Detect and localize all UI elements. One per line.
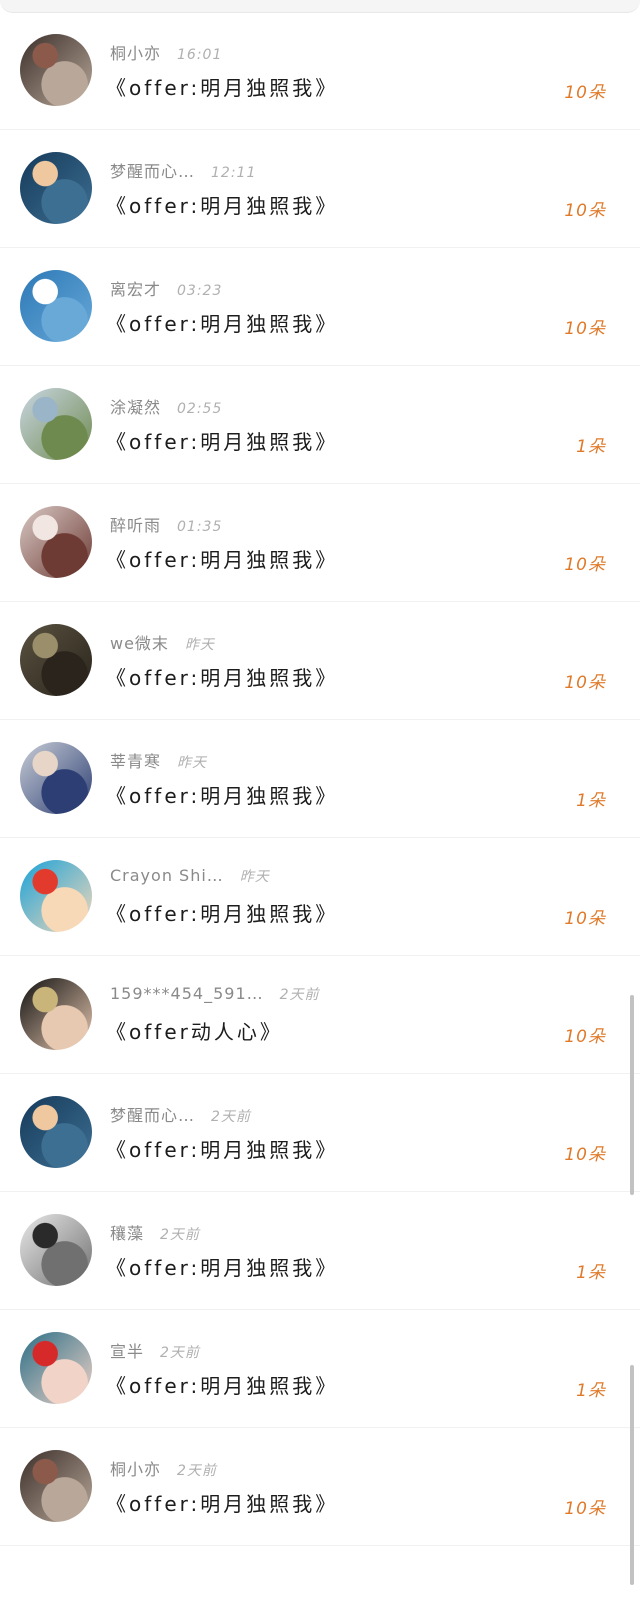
avatar[interactable] <box>20 1214 92 1286</box>
user-name[interactable]: 醉听雨 <box>110 512 161 536</box>
flower-count: 10朵 <box>564 1499 606 1519</box>
scrollbar-thumb-secondary[interactable] <box>630 1365 634 1585</box>
user-name[interactable]: 莘青寒 <box>110 748 161 772</box>
flower-count: 1朵 <box>576 437 606 457</box>
item-meta: 涂凝然 02:55 <box>110 394 222 418</box>
timestamp: 2天前 <box>160 1227 200 1243</box>
user-name[interactable]: 梦醒而心… <box>110 1102 195 1126</box>
user-name[interactable]: 涂凝然 <box>110 394 161 418</box>
user-name[interactable]: we微末 <box>110 630 169 654</box>
scrollbar-thumb[interactable] <box>630 995 634 1195</box>
flower-count: 10朵 <box>564 83 606 103</box>
item-meta: 醉听雨 01:35 <box>110 512 222 536</box>
user-name[interactable]: Crayon Shi… <box>110 866 224 885</box>
timestamp: 2天前 <box>279 987 320 1003</box>
flower-count: 10朵 <box>564 1027 606 1047</box>
timestamp: 昨天 <box>184 637 215 653</box>
item-meta: 离宏才 03:23 <box>110 276 222 300</box>
timestamp: 2天前 <box>160 1345 200 1361</box>
avatar[interactable] <box>20 978 92 1050</box>
book-title[interactable]: 《offer:明月独照我》 <box>106 1252 338 1281</box>
item-meta: 梦醒而心… 12:11 <box>110 158 256 182</box>
book-title[interactable]: 《offer:明月独照我》 <box>106 780 338 809</box>
book-title[interactable]: 《offer:明月独照我》 <box>106 544 338 573</box>
flower-count: 10朵 <box>564 201 606 221</box>
avatar[interactable] <box>20 270 92 342</box>
list-item[interactable]: 梦醒而心… 12:11 《offer:明月独照我》 10朵 <box>0 130 640 248</box>
avatar[interactable] <box>20 388 92 460</box>
timestamp: 16:01 <box>177 47 223 63</box>
book-title[interactable]: 《offer:明月独照我》 <box>106 1134 338 1163</box>
user-name[interactable]: 离宏才 <box>110 276 161 300</box>
book-title[interactable]: 《offer:明月独照我》 <box>106 190 338 219</box>
flower-count: 10朵 <box>564 555 606 575</box>
list-item[interactable]: 穰藻 2天前《offer:明月独照我》 1朵 <box>0 1192 640 1310</box>
flower-count: 10朵 <box>564 319 606 339</box>
timestamp: 12:11 <box>211 165 257 181</box>
book-title[interactable]: 《offer:明月独照我》 <box>106 72 338 101</box>
timestamp: 昨天 <box>239 869 270 885</box>
item-meta: 桐小亦 2天前 <box>110 1456 217 1480</box>
flower-count: 1朵 <box>576 1263 606 1283</box>
timestamp: 02:55 <box>177 401 223 417</box>
timestamp: 昨天 <box>177 755 208 771</box>
gift-record-list: 桐小亦 16:01 《offer:明月独照我》 10朵 梦醒而心… 12:11 《offer… <box>0 12 640 1546</box>
item-meta: 159***454_591… 2天前 <box>110 984 320 1008</box>
flower-count: 10朵 <box>564 909 606 929</box>
avatar[interactable] <box>20 506 92 578</box>
avatar[interactable] <box>20 34 92 106</box>
list-item[interactable]: 159***454_591… 2天前《offer动人心》 10朵 <box>0 956 640 1074</box>
item-meta: 穰藻 2天前 <box>110 1220 200 1244</box>
book-title[interactable]: 《offer:明月独照我》 <box>106 898 338 927</box>
book-title[interactable]: 《offer:明月独照我》 <box>106 662 338 691</box>
user-name[interactable]: 宣半 <box>110 1338 144 1362</box>
list-item[interactable]: 梦醒而心… 2天前《offer:明月独照我》 10朵 <box>0 1074 640 1192</box>
flower-count: 10朵 <box>564 1145 606 1165</box>
item-meta: we微末 昨天 <box>110 630 215 654</box>
list-item[interactable]: 醉听雨 01:35 《offer:明月独照我》 10朵 <box>0 484 640 602</box>
user-name[interactable]: 桐小亦 <box>110 40 161 64</box>
user-name[interactable]: 梦醒而心… <box>110 158 195 182</box>
item-meta: Crayon Shi… 昨天 <box>110 866 270 890</box>
book-title[interactable]: 《offer:明月独照我》 <box>106 1488 338 1517</box>
user-name[interactable]: 穰藻 <box>110 1220 144 1244</box>
list-item[interactable]: we微末 昨天《offer:明月独照我》 10朵 <box>0 602 640 720</box>
list-item[interactable]: 桐小亦 16:01 《offer:明月独照我》 10朵 <box>0 12 640 130</box>
avatar[interactable] <box>20 1332 92 1404</box>
avatar[interactable] <box>20 152 92 224</box>
timestamp: 01:35 <box>177 519 223 535</box>
book-title[interactable]: 《offer:明月独照我》 <box>106 1370 338 1399</box>
timestamp: 2天前 <box>177 1463 217 1479</box>
avatar[interactable] <box>20 860 92 932</box>
item-meta: 莘青寒 昨天 <box>110 748 207 772</box>
flower-count: 1朵 <box>576 1381 606 1401</box>
list-item[interactable]: 离宏才 03:23 《offer:明月独照我》 10朵 <box>0 248 640 366</box>
timestamp: 03:23 <box>177 283 223 299</box>
book-title[interactable]: 《offer:明月独照我》 <box>106 426 338 455</box>
avatar[interactable] <box>20 624 92 696</box>
list-item[interactable]: 涂凝然 02:55 《offer:明月独照我》 1朵 <box>0 366 640 484</box>
avatar[interactable] <box>20 1096 92 1168</box>
book-title[interactable]: 《offer动人心》 <box>106 1016 283 1045</box>
book-title[interactable]: 《offer:明月独照我》 <box>106 308 338 337</box>
user-name[interactable]: 桐小亦 <box>110 1456 161 1480</box>
flower-count: 10朵 <box>564 673 606 693</box>
item-meta: 宣半 2天前 <box>110 1338 200 1362</box>
list-item[interactable]: 莘青寒 昨天《offer:明月独照我》 1朵 <box>0 720 640 838</box>
item-meta: 梦醒而心… 2天前 <box>110 1102 251 1126</box>
list-item[interactable]: Crayon Shi… 昨天《offer:明月独照我》 10朵 <box>0 838 640 956</box>
flower-count: 1朵 <box>576 791 606 811</box>
avatar[interactable] <box>20 1450 92 1522</box>
item-meta: 桐小亦 16:01 <box>110 40 222 64</box>
timestamp: 2天前 <box>211 1109 251 1125</box>
list-item[interactable]: 宣半 2天前《offer:明月独照我》 1朵 <box>0 1310 640 1428</box>
avatar[interactable] <box>20 742 92 814</box>
user-name[interactable]: 159***454_591… <box>110 984 264 1003</box>
list-item[interactable]: 桐小亦 2天前《offer:明月独照我》 10朵 <box>0 1428 640 1546</box>
